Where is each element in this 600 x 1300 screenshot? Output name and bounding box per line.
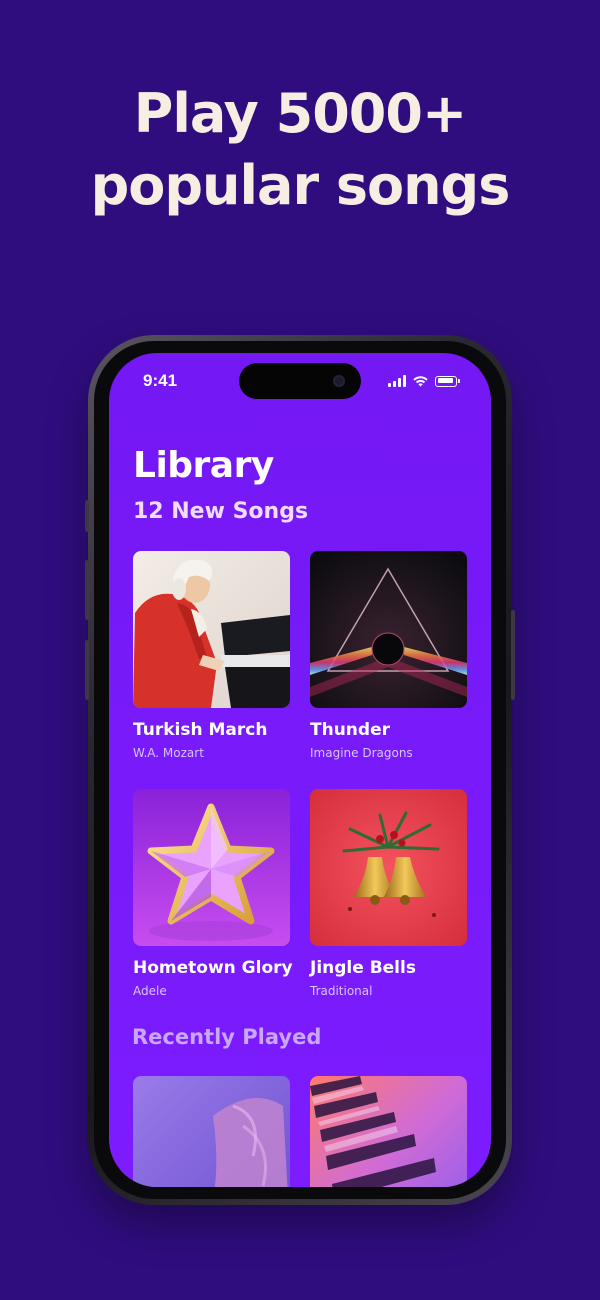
song-artist: Adele — [133, 984, 167, 998]
recent-artwork-portrait[interactable] — [133, 1076, 290, 1187]
song-artwork-bells[interactable] — [310, 789, 467, 946]
recent-artwork-piano[interactable] — [310, 1076, 467, 1187]
song-title[interactable]: Thunder — [310, 720, 467, 740]
new-songs-subtitle: 12 New Songs — [133, 499, 309, 524]
song-artist: Traditional — [310, 984, 373, 998]
song-card-turkish-march[interactable]: Turkish March W.A. Mozart — [133, 551, 290, 760]
status-icons — [388, 375, 460, 387]
phone-volume-down — [85, 640, 89, 700]
headline-line-2: popular songs — [90, 154, 511, 217]
song-title[interactable]: Turkish March — [133, 720, 290, 740]
cellular-signal-icon — [388, 375, 406, 387]
song-artwork-prism[interactable] — [310, 551, 467, 708]
library-title: Library — [133, 445, 274, 486]
song-artist: Imagine Dragons — [310, 746, 413, 760]
song-artwork-star[interactable] — [133, 789, 290, 946]
song-card-jingle-bells[interactable]: Jingle Bells Traditional — [310, 789, 467, 998]
phone-power-button — [511, 610, 515, 700]
song-title[interactable]: Jingle Bells — [310, 958, 467, 978]
battery-icon — [435, 375, 460, 387]
headline-line-1: Play 5000+ — [133, 82, 467, 145]
song-title[interactable]: Hometown Glory — [133, 958, 293, 978]
app-screen: 9:41 Library 12 New Songs Turkish March … — [109, 353, 491, 1187]
wifi-icon — [413, 376, 428, 387]
promo-headline: Play 5000+ popular songs — [0, 78, 600, 222]
recently-played-title: Recently Played — [132, 1025, 322, 1049]
song-artist: W.A. Mozart — [133, 746, 204, 760]
phone-volume-up — [85, 560, 89, 620]
phone-action-button — [85, 500, 89, 532]
song-card-hometown-glory[interactable]: Hometown Glory Adele — [133, 789, 293, 998]
status-time: 9:41 — [143, 371, 178, 390]
song-artwork-mozart[interactable] — [133, 551, 290, 708]
dynamic-island — [239, 363, 361, 399]
song-card-thunder[interactable]: Thunder Imagine Dragons — [310, 551, 467, 760]
